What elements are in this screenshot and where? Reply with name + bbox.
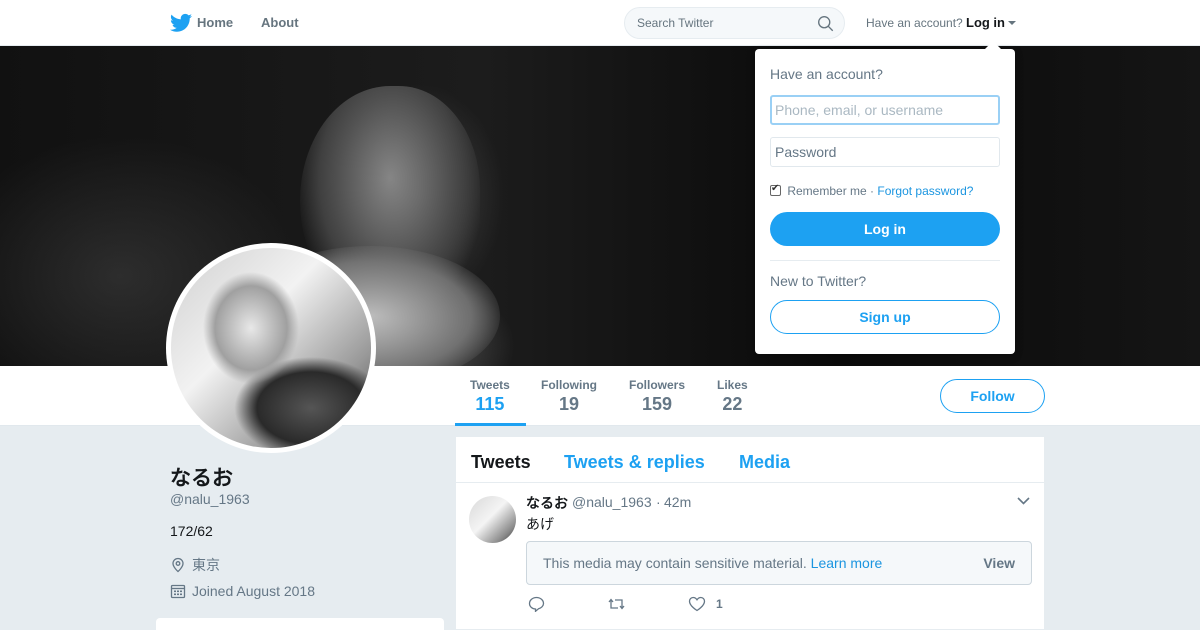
login-dropdown-toggle[interactable]: Log in <box>966 15 1005 30</box>
stat-label: Likes <box>717 378 748 392</box>
learn-more-link[interactable]: Learn more <box>811 555 883 571</box>
tweet-avatar[interactable] <box>469 496 516 543</box>
calendar-icon <box>170 584 186 599</box>
stat-value: 22 <box>722 394 743 414</box>
timeline: Tweets Tweets & replies Media なるお @nalu_… <box>456 437 1044 630</box>
reply-icon[interactable] <box>528 596 545 612</box>
like-heart-icon[interactable] <box>688 596 706 612</box>
password-field[interactable]: Password <box>770 137 1000 167</box>
tab-media[interactable]: Media <box>739 452 790 473</box>
stat-label: Following <box>541 378 597 392</box>
tweet-author-name[interactable]: なるお <box>526 493 568 513</box>
stat-likes[interactable]: Likes 22 <box>717 378 748 415</box>
remember-me-label[interactable]: Remember me <box>787 184 866 198</box>
signup-button[interactable]: Sign up <box>770 300 1000 334</box>
profile-handle[interactable]: @nalu_1963 <box>170 491 250 507</box>
stat-value: 19 <box>558 394 580 414</box>
stat-following[interactable]: Following 19 <box>541 378 597 415</box>
stat-value: 159 <box>641 394 673 414</box>
search-placeholder: Search Twitter <box>637 16 714 30</box>
new-to-twitter-text: New to Twitter? <box>770 273 867 289</box>
remember-row: Remember me · Forgot password? <box>770 183 973 198</box>
stat-label: Tweets <box>470 378 510 392</box>
nav-about-link[interactable]: About <box>261 15 299 30</box>
caret-down-icon[interactable] <box>1008 21 1016 25</box>
chevron-down-icon[interactable] <box>1017 496 1030 506</box>
timeline-tabs: Tweets Tweets & replies Media <box>456 437 1044 483</box>
forgot-password-link[interactable]: Forgot password? <box>877 184 973 198</box>
top-nav: Home About Search Twitter Have an accoun… <box>0 0 1200 46</box>
divider <box>770 260 1000 261</box>
username-field[interactable]: Phone, email, or username <box>770 95 1000 125</box>
view-media-button[interactable]: View <box>983 555 1015 571</box>
search-input[interactable]: Search Twitter <box>624 7 845 39</box>
retweet-icon[interactable] <box>607 596 626 612</box>
profile-joined-text: Joined August 2018 <box>192 583 315 599</box>
location-pin-icon <box>172 557 184 573</box>
search-icon[interactable] <box>817 15 834 32</box>
login-button[interactable]: Log in <box>770 212 1000 246</box>
sensitive-media-text: This media may contain sensitive materia… <box>543 555 882 571</box>
tweet-author-handle[interactable]: @nalu_1963 <box>572 494 652 510</box>
avatar-image <box>171 248 371 448</box>
tweet[interactable]: なるお @nalu_1963 · 42m あげ This media may c… <box>456 484 1044 630</box>
login-dropdown: Have an account? Phone, email, or userna… <box>755 41 1015 354</box>
profile-joined: Joined August 2018 <box>170 583 315 599</box>
nav-home-link[interactable]: Home <box>171 15 233 30</box>
stat-tweets[interactable]: Tweets 115 <box>470 378 510 415</box>
tab-tweets-replies[interactable]: Tweets & replies <box>564 452 705 473</box>
stat-label: Followers <box>629 378 686 392</box>
profile-bio: 172/62 <box>170 523 213 539</box>
login-dropdown-title: Have an account? <box>770 66 883 82</box>
tab-tweets[interactable]: Tweets <box>471 452 531 473</box>
left-sidebar-card <box>156 618 444 630</box>
follow-button[interactable]: Follow <box>940 379 1045 413</box>
tweet-text: あげ <box>526 516 554 532</box>
remember-me-checkbox[interactable] <box>770 183 781 196</box>
active-stat-underline <box>455 423 526 426</box>
stat-followers[interactable]: Followers 159 <box>629 378 685 415</box>
tweet-timestamp[interactable]: 42m <box>664 494 691 510</box>
profile-location-text: 東京 <box>192 557 220 573</box>
avatar[interactable] <box>166 243 376 453</box>
have-account-text: Have an account? <box>866 16 963 30</box>
tweet-separator: · <box>656 494 661 510</box>
sensitive-media-message: This media may contain sensitive materia… <box>543 555 807 571</box>
like-count: 1 <box>716 597 723 611</box>
remember-separator: · <box>870 184 875 198</box>
profile-name[interactable]: なるお <box>170 462 233 492</box>
profile-location: 東京 <box>170 555 220 575</box>
stat-value: 115 <box>475 394 505 414</box>
sensitive-media-notice: This media may contain sensitive materia… <box>526 541 1032 585</box>
